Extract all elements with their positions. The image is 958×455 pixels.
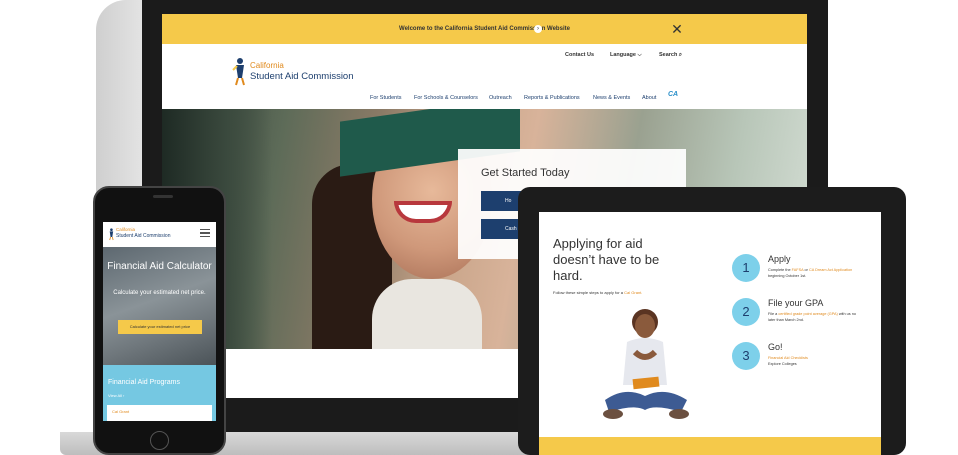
logo-text-commission[interactable]: Student Aid Commission [116,233,170,239]
step-3-description: Financial Aid Checklists Explore Colleges [768,356,858,367]
cal-grant-link[interactable]: Cal Grant. [624,290,642,295]
financial-aid-programs-section: Financial Aid Programs View All › Cal Gr… [103,365,216,421]
program-card-label: Cal Grant [112,409,130,414]
step-2-title: File your GPA [768,298,824,308]
applying-subtext-prefix: Follow these simple steps to apply for a [553,290,625,295]
program-card[interactable]: Cal Grant [107,405,212,421]
calculate-net-price-button[interactable]: Calculate your estimated net price [118,320,202,334]
hero-gown [372,279,482,349]
graduate-logo-icon [109,228,114,241]
calculator-title: Financial Aid Calculator [107,261,212,272]
welcome-banner-text: Welcome to the California Student Aid Co… [399,26,570,32]
applying-subtext: Follow these simple steps to apply for a… [553,290,643,296]
nav-news-events[interactable]: News & Events [593,95,630,101]
view-all-link[interactable]: View All › [108,393,124,398]
hamburger-menu-icon[interactable] [200,229,210,237]
get-started-button-2[interactable]: Cash [481,219,521,239]
nav-about[interactable]: About [642,95,656,101]
calculator-subtitle: Calculate your estimated net price. [113,290,206,296]
search-link[interactable]: Search ⌕ [659,52,682,59]
fafsa-link[interactable]: FAFSA [792,268,804,272]
applying-heading: Applying for aid doesn’t have to be hard… [553,236,660,283]
step-1-badge: 1 [732,254,760,282]
tablet-screen: Applying for aid doesn’t have to be hard… [539,212,881,455]
contact-us-link[interactable]: Contact Us [565,52,594,58]
tablet-device: Applying for aid doesn’t have to be hard… [518,187,906,455]
get-started-title: Get Started Today [481,167,570,179]
programs-title: Financial Aid Programs [108,379,180,386]
step-3-title: Go! [768,342,783,352]
chevron-right-icon[interactable]: › [534,25,542,33]
explore-colleges-link[interactable]: Explore Colleges [768,362,858,368]
step-1-title: Apply [768,254,791,264]
certified-gpa-link[interactable]: certified grade point average (GPA) [778,312,837,316]
logo-text-california: California [116,227,136,232]
phone-speaker [153,195,173,198]
ca-dream-act-link[interactable]: CA Dream Act Application [809,268,852,272]
phone-home-button [150,431,169,450]
step-1-text: beginning October 1st. [768,273,807,278]
student-illustration [603,309,689,419]
logo-text-commission[interactable]: Student Aid Commission [250,71,354,82]
language-dropdown[interactable]: Language ⌵ [610,52,642,59]
tablet-footer-bar [539,437,881,455]
phone-device: California Student Aid Commission Financ… [93,186,226,455]
logo-text-california: California [250,61,284,70]
nav-for-students[interactable]: For Students [370,95,402,101]
step-1-description: Complete the FAFSA or CA Dream Act Appli… [768,268,858,279]
nav-reports-publications[interactable]: Reports & Publications [524,95,580,101]
step-1-text: Complete the [768,268,792,272]
close-icon[interactable]: ✕ [668,20,686,38]
step-2-description: File a certified grade point average (GP… [768,312,858,323]
phone-screen: California Student Aid Commission Financ… [103,222,216,421]
step-3-badge: 3 [732,342,760,370]
step-2-text: File a [768,312,779,316]
step-2-badge: 2 [732,298,760,326]
ca-badge-icon[interactable]: CA [668,91,686,103]
graduate-logo-icon [232,58,245,86]
calculator-hero: Financial Aid Calculator Calculate your … [103,247,216,365]
welcome-banner: Welcome to the California Student Aid Co… [162,14,807,44]
nav-for-schools-counselors[interactable]: For Schools & Counselors [414,95,478,101]
get-started-button-1[interactable]: Ho [481,191,521,211]
nav-outreach[interactable]: Outreach [489,95,512,101]
